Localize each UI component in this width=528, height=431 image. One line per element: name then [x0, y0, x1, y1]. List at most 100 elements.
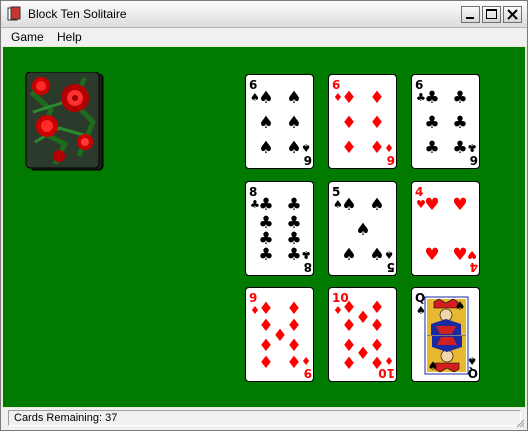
card-pip: ♣	[286, 195, 301, 215]
card-rank-label: 6	[387, 153, 395, 167]
card-pip: ♦	[355, 308, 370, 328]
card-pip: ♣	[424, 88, 439, 108]
card-suit-mark: ♣	[467, 141, 477, 154]
card-rank-label: 6	[249, 78, 257, 92]
card-pip: ♦	[341, 316, 356, 336]
card-pip: ♦	[341, 354, 356, 374]
status-bar: Cards Remaining: 37	[1, 408, 527, 430]
card-pip: ♦	[369, 354, 384, 374]
card-rank-label: 6	[304, 153, 312, 167]
solitaire-app-icon[interactable]	[7, 6, 21, 22]
card-pip: ♥	[424, 245, 439, 265]
card-pip: ♠	[369, 195, 384, 215]
card-pip: ♦	[341, 138, 356, 158]
card-rank-label: 9	[304, 366, 312, 380]
card-suit-mark: ♦	[301, 354, 311, 367]
maximize-button[interactable]	[482, 6, 501, 23]
card-pip: ♣	[286, 245, 301, 265]
card-6-clubs[interactable]: 6 ♣ 6 ♣ ♣ ♣ ♣ ♣ ♣ ♣	[411, 74, 480, 169]
card-rank-label: Q	[415, 291, 425, 305]
card-rank-label: 4	[415, 185, 423, 199]
card-pip: ♣	[452, 138, 467, 158]
card-queen-spades[interactable]: Q ♠ Q ♠ ♠ ♠	[411, 287, 480, 382]
card-suit-mark: ♣	[301, 248, 311, 261]
card-8-clubs[interactable]: 8 ♣ 8 ♣ ♣ ♣ ♣ ♣ ♣ ♣ ♣ ♣	[245, 181, 314, 276]
rose-card-back-icon	[25, 71, 104, 171]
card-pip: ♦	[355, 344, 370, 364]
card-6-spades[interactable]: 6 ♠ 6 ♠ ♠ ♠ ♠ ♠ ♠ ♠	[245, 74, 314, 169]
card-pip: ♥	[452, 245, 467, 265]
card-pip: ♦	[369, 88, 384, 108]
card-corner-inverted: Q♠	[467, 354, 478, 380]
card-pip: ♠	[286, 138, 301, 158]
status-pane: Cards Remaining: 37	[8, 410, 521, 426]
card-10-diamonds[interactable]: 10 ♦ 10 ♦ ♦ ♦ ♦ ♦ ♦ ♦ ♦ ♦ ♦ ♦	[328, 287, 397, 382]
card-pip: ♦	[258, 353, 273, 373]
game-table: 6 ♠ 6 ♠ ♠ ♠ ♠ ♠ ♠ ♠ 6 ♦ 6 ♦ ♦ ♦ ♦ ♦ ♦ ♦ 6 ♣ 6 ♣ ♣ ♣ ♣ ♣ ♣ ♣ 8 ♣ 8 ♣ ♣ ♣ ♣…	[3, 47, 525, 407]
card-corner-inverted: 9♦	[301, 354, 312, 380]
queen-portrait: ♠♠	[424, 296, 469, 375]
card-pip: ♣	[258, 195, 273, 215]
card-pip: ♠	[355, 220, 370, 240]
card-rank-label: 8	[304, 260, 312, 274]
card-suit-mark: ♠	[384, 248, 394, 261]
menu-help[interactable]: Help	[57, 30, 82, 44]
ten-of-diamonds-icon: 10♦10♦♦ ♦♦♦ ♦♦ ♦♦♦ ♦	[332, 291, 395, 380]
card-pip: ♦	[369, 138, 384, 158]
card-rank-label: 5	[387, 260, 395, 274]
card-pip: ♦	[341, 113, 356, 133]
card-4-hearts[interactable]: 4 ♥ 4 ♥ ♥ ♥ ♥ ♥	[411, 181, 480, 276]
card-pip: ♣	[452, 113, 467, 133]
card-pip: ♠	[258, 113, 273, 133]
card-5-spades[interactable]: 5 ♠ 5 ♠ ♠ ♠ ♠ ♠ ♠	[328, 181, 397, 276]
card-rank-label: 4	[470, 260, 478, 274]
card-pip: ♠	[341, 245, 356, 265]
card-corner-inverted: 4♥	[467, 248, 478, 274]
card-suit-mark: ♦	[384, 354, 394, 367]
card-pip: ♦	[341, 336, 356, 356]
card-suit-mark: ♦	[384, 141, 394, 154]
card-pip: ♦	[341, 88, 356, 108]
card-pip: ♣	[258, 245, 273, 265]
card-9-diamonds[interactable]: 9 ♦ 9 ♦ ♦ ♦ ♦ ♦ ♦ ♦ ♦ ♦ ♦	[245, 287, 314, 382]
card-pip: ♠	[455, 299, 466, 313]
card-rank-label: Q	[468, 366, 478, 380]
card-pip: ♦	[369, 298, 384, 318]
resize-grip-icon[interactable]	[515, 418, 525, 428]
card-pip: ♠	[428, 359, 439, 373]
card-pip: ♦	[286, 353, 301, 373]
card-rank-label: 5	[332, 185, 340, 199]
card-suit-mark: ♠	[416, 304, 426, 317]
card-pip: ♠	[369, 245, 384, 265]
draw-deck[interactable]	[25, 71, 104, 171]
menu-game[interactable]: Game	[11, 30, 44, 44]
card-rank-label: 6	[332, 78, 340, 92]
close-icon	[507, 9, 518, 20]
nine-of-diamonds-icon: 9♦9♦♦ ♦♦ ♦♦♦ ♦♦ ♦	[249, 291, 312, 380]
close-button[interactable]	[503, 6, 522, 23]
card-pip: ♥	[452, 195, 467, 215]
card-pip: ♠	[258, 88, 273, 108]
card-rank-label: 8	[249, 185, 257, 199]
card-6-diamonds[interactable]: 6 ♦ 6 ♦ ♦ ♦ ♦ ♦ ♦ ♦	[328, 74, 397, 169]
card-corner-inverted: 8♣	[301, 248, 312, 274]
card-corner-inverted: 6♠	[301, 141, 312, 167]
card-pip: ♥	[424, 195, 439, 215]
card-pip: ♠	[286, 113, 301, 133]
title-bar[interactable]: Block Ten Solitaire	[1, 1, 527, 28]
minimize-icon	[466, 17, 474, 19]
card-pip: ♠	[258, 138, 273, 158]
cards-remaining-label: Cards Remaining: 37	[14, 412, 118, 424]
card-pip: ♠	[286, 88, 301, 108]
card-pip: ♦	[272, 326, 287, 346]
card-rank-label: 6	[470, 153, 478, 167]
maximize-icon	[486, 9, 497, 19]
card-pip: ♦	[286, 316, 301, 336]
minimize-button[interactable]	[461, 6, 480, 23]
queen-of-spades-icon: Q♠Q♠♠♠	[415, 291, 478, 380]
card-pip: ♣	[424, 113, 439, 133]
menu-bar: Game Help	[1, 28, 527, 46]
card-corner-inverted: 6♣	[467, 141, 478, 167]
six-of-spades-icon: 6♠6♠♠ ♠♠ ♠♠ ♠	[249, 78, 312, 167]
five-of-spades-icon: 5♠5♠♠ ♠♠♠ ♠	[332, 185, 395, 274]
